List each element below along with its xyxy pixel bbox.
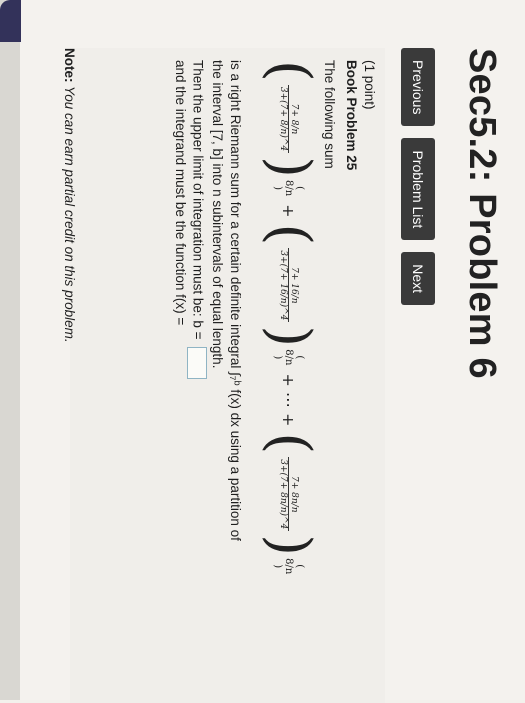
upper-limit-input[interactable] <box>187 347 207 380</box>
right-paren: ) <box>257 325 322 348</box>
term1-denominator: 3+(7+ 8/n)^4 <box>278 84 290 154</box>
term1-numerator: 7+ 8/n <box>289 103 300 135</box>
upper-limit-label: Then the upper limit of integration must… <box>190 60 206 340</box>
previous-button[interactable]: Previous <box>401 48 435 127</box>
partial-credit-note: Note: You can earn partial credit on thi… <box>62 48 77 343</box>
note-label: Note: <box>62 48 77 83</box>
term2-fraction: 7+ 16/n 3+(7+ 16/n)^4 <box>278 248 300 323</box>
page-title: Sec5.2: Problem 6 <box>461 48 503 379</box>
book-problem-label: Book Problem 25 <box>344 60 359 171</box>
termN-numerator: 7+ 8n/n <box>289 476 300 513</box>
termN-fraction: 7+ 8n/n 3+(7+ 8n/n)^4 <box>278 457 300 532</box>
ellipsis: + ⋯ + <box>279 373 299 427</box>
term1-delta: (8/n) <box>272 179 306 197</box>
riemann-line-1: is a right Riemann sum for a certain def… <box>228 60 243 541</box>
side-tab[interactable] <box>0 0 21 42</box>
webwork-page: Sec5.2: Problem 6 Previous Problem List … <box>0 0 525 703</box>
left-paren: ( <box>257 60 322 82</box>
upper-limit-row: Then the upper limit of integration must… <box>187 60 207 380</box>
note-text: You can earn partial credit on this prob… <box>62 86 77 343</box>
plus-sign: + <box>279 204 299 218</box>
intro-text: The following sum <box>322 60 337 169</box>
right-paren: ) <box>257 156 322 178</box>
term1-fraction: 7+ 8/n 3+(7+ 8/n)^4 <box>278 84 300 154</box>
term2-numerator: 7+ 16/n <box>289 267 300 304</box>
riemann-sum-expression: ( 7+ 8/n 3+(7+ 8/n)^4 ) (8/n) + ( 7+ 16/… <box>257 60 322 576</box>
riemann-line-2: the interval [7, b] into n subintervals … <box>210 60 225 369</box>
next-button[interactable]: Next <box>401 252 435 306</box>
problem-card: (1 point) Book Problem 25 The following … <box>70 48 385 703</box>
problem-list-button[interactable]: Problem List <box>401 138 435 241</box>
points-label: (1 point) <box>362 60 377 110</box>
left-paren: ( <box>257 432 322 455</box>
right-paren: ) <box>257 534 322 557</box>
left-paren: ( <box>257 223 322 246</box>
term2-delta: (8/n) <box>272 349 306 366</box>
browser-edge <box>0 0 20 700</box>
problem-nav: Previous Problem List Next <box>401 48 435 306</box>
termN-delta: (8/n) <box>272 558 306 575</box>
term2-denominator: 3+(7+ 16/n)^4 <box>278 248 290 323</box>
termN-denominator: 3+(7+ 8n/n)^4 <box>278 457 290 532</box>
integrand-label: and the integrand must be the function f… <box>173 60 188 326</box>
